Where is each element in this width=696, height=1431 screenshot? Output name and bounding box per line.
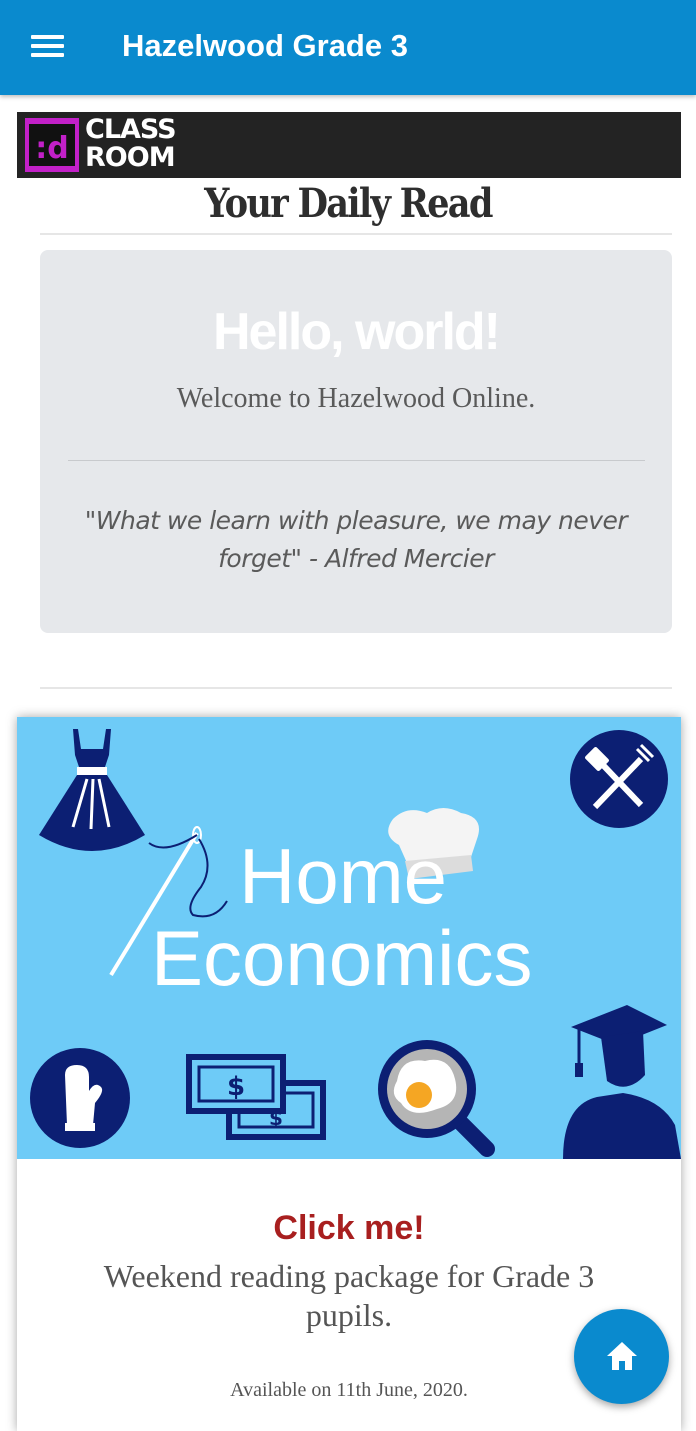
frying-pan-egg-icon <box>378 1040 495 1157</box>
jumbotron-headline: Hello, world! <box>213 303 501 361</box>
section-divider <box>40 233 672 235</box>
home-icon <box>607 1342 637 1370</box>
classroom-banner: :d CLASS ROOM <box>17 112 681 178</box>
oven-mitt-icon <box>30 1048 130 1148</box>
home-economics-title-line1: Home <box>239 832 448 920</box>
graduate-icon <box>563 1005 681 1159</box>
classroom-logo-text: CLASS ROOM <box>85 114 177 173</box>
welcome-text: Welcome to Hazelwood Online. <box>176 383 536 414</box>
svg-text::d: :d <box>35 131 68 166</box>
course-card[interactable]: Home Economics $ $ Click me! Weekend rea… <box>17 717 681 1431</box>
section-divider <box>40 687 672 689</box>
jumbotron-divider <box>68 460 645 461</box>
daily-read-heading: Your Daily Read <box>204 180 493 227</box>
hamburger-menu-icon[interactable] <box>31 35 65 61</box>
app-title: Hazelwood Grade 3 <box>122 28 408 63</box>
spatula-fork-icon <box>570 730 668 828</box>
daily-quote: "What we learn with pleasure, we may nev… <box>84 506 628 573</box>
home-fab-button[interactable] <box>574 1309 669 1404</box>
click-me-link[interactable]: Click me! <box>17 1209 681 1248</box>
svg-text:$: $ <box>227 1072 245 1102</box>
svg-text:$: $ <box>269 1106 283 1130</box>
app-bar: Hazelwood Grade 3 <box>0 0 696 95</box>
classroom-logo-icon: :d <box>25 118 79 172</box>
dollar-bills-icon: $ $ <box>186 1054 326 1140</box>
course-card-body: Click me! Weekend reading package for Gr… <box>17 1159 681 1431</box>
course-description: Weekend reading package for Grade 3 pupi… <box>103 1258 595 1333</box>
home-economics-image: Home Economics $ $ <box>17 717 681 1159</box>
home-economics-title-line2: Economics <box>151 914 533 1002</box>
logo-line-1: CLASS <box>85 114 177 145</box>
logo-line-2: ROOM <box>85 142 176 173</box>
